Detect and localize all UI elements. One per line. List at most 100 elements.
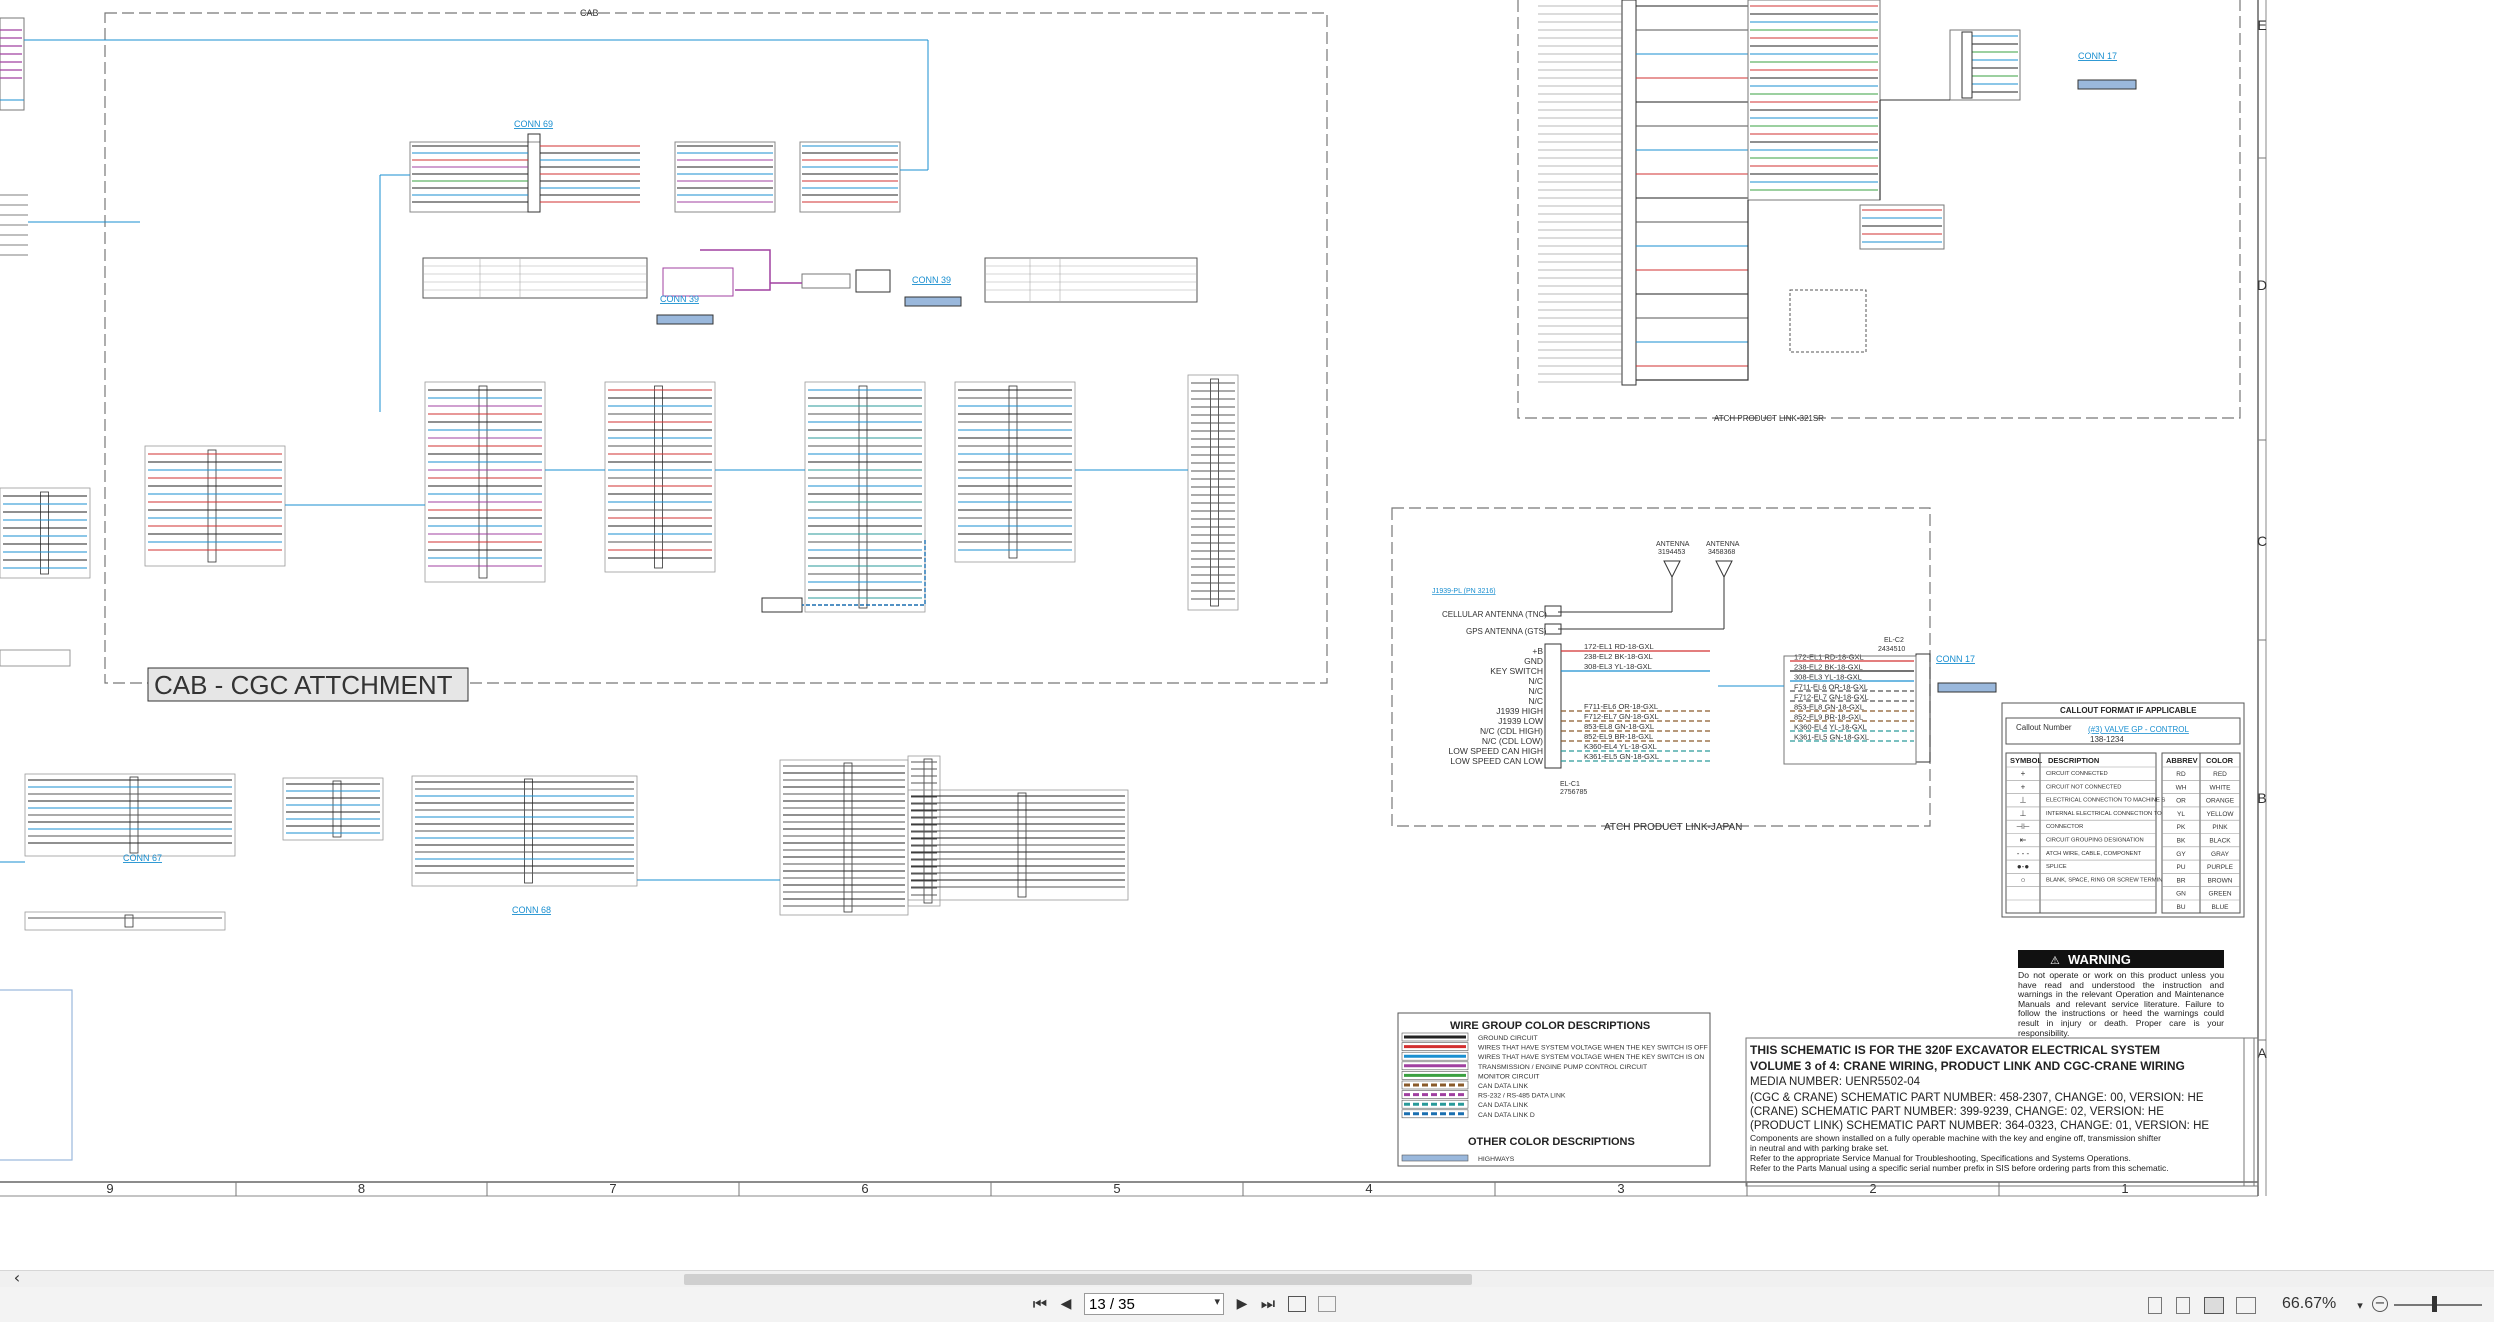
japan-pin-label: LOW SPEED CAN HIGH bbox=[1449, 746, 1543, 756]
callout-color: WHITE bbox=[2210, 784, 2232, 791]
callout-description: BLANK, SPACE, RING OR SCREW TERMIN bbox=[2046, 877, 2162, 883]
callout-color: GRAY bbox=[2211, 851, 2230, 858]
scroll-left-arrow-icon[interactable]: ‹ bbox=[10, 1267, 24, 1289]
first-page-button[interactable]: ⏮ bbox=[1028, 1293, 1052, 1315]
wire-group-label: WIRES THAT HAVE SYSTEM VOLTAGE WHEN THE … bbox=[1478, 1054, 1704, 1061]
japan-pin-label: N/C (CDL LOW) bbox=[1482, 736, 1543, 746]
svg-text:CELLULAR ANTENNA (TNC): CELLULAR ANTENNA (TNC) bbox=[1442, 610, 1547, 619]
japan-pin-label: LOW SPEED CAN LOW bbox=[1450, 756, 1543, 766]
japan-pin-label: GND bbox=[1524, 656, 1543, 666]
previous-page-button[interactable]: ◀ bbox=[1054, 1293, 1078, 1315]
row-letter: D bbox=[2257, 277, 2267, 293]
japan-pin-label: +B bbox=[1532, 646, 1543, 656]
svg-text:2434510: 2434510 bbox=[1878, 646, 1905, 653]
callout-abbrev: YL bbox=[2177, 811, 2185, 818]
svg-text:ANTENNA: ANTENNA bbox=[1706, 541, 1740, 548]
left-edge-blocks bbox=[0, 17, 140, 1161]
japan-wire-label: 308-EL3 YL-18-GXL bbox=[1584, 662, 1652, 671]
legend-symbol-icon: ⇤ bbox=[2020, 836, 2027, 845]
two-page-continuous-view-icon[interactable] bbox=[2236, 1297, 2256, 1314]
horizontal-scrollbar[interactable]: ‹ bbox=[0, 1268, 2494, 1287]
cgc-title: CAB - CGC ATTCHMENT bbox=[147, 667, 469, 702]
zoom-slider-thumb[interactable] bbox=[2432, 1296, 2437, 1312]
column-number: 5 bbox=[1113, 1181, 1120, 1196]
japan-pin-label: N/C bbox=[1528, 696, 1543, 706]
callout-color: BROWN bbox=[2208, 877, 2233, 884]
page-dropdown-icon[interactable]: ▾ bbox=[1214, 1295, 1220, 1308]
callout-description: CIRCUIT CONNECTED bbox=[2046, 771, 2108, 777]
extract-page-icon[interactable] bbox=[1318, 1296, 1336, 1312]
callout-abbrev: OR bbox=[2176, 798, 2186, 805]
two-page-view-icon[interactable] bbox=[2204, 1297, 2224, 1314]
last-page-button[interactable]: ⏭ bbox=[1256, 1293, 1280, 1315]
row-letter: C bbox=[2257, 533, 2267, 549]
insert-page-icon[interactable] bbox=[1288, 1296, 1306, 1312]
callout-color: GREEN bbox=[2208, 891, 2231, 898]
single-page-view-icon[interactable] bbox=[2148, 1297, 2162, 1314]
conn67-label: CONN 67 bbox=[123, 853, 162, 863]
elc2-wire-label: 853-EL8 GN-18-GXL bbox=[1794, 703, 1864, 712]
svg-text:⚠: ⚠ bbox=[2050, 955, 2060, 967]
conn17a-label: CONN 17 bbox=[2078, 51, 2117, 61]
warning-text: Do not operate or work on this product u… bbox=[2018, 970, 2224, 1038]
horizontal-scrollbar-thumb[interactable] bbox=[684, 1274, 1472, 1285]
page-number-input[interactable] bbox=[1085, 1294, 1203, 1314]
elc2-wire-label: 852-EL9 BR-18-GXL bbox=[1794, 713, 1863, 722]
legend-symbol-icon: + bbox=[2021, 769, 2026, 778]
atch-product-link-japan: ATCH PRODUCT LINK-JAPAN ANTENNA 3194453 … bbox=[1391, 507, 1997, 833]
conn39b-label: CONN 39 bbox=[912, 275, 951, 285]
japan-pin-label: J1939 LOW bbox=[1498, 716, 1543, 726]
japan-pin-label: J1939 HIGH bbox=[1496, 706, 1543, 716]
callout-abbrev: PK bbox=[2177, 824, 2186, 831]
callout-color: YELLOW bbox=[2206, 811, 2234, 818]
column-number: 8 bbox=[358, 1181, 365, 1196]
japan-wire-label: F711-EL6 OR-18-GXL bbox=[1584, 702, 1658, 711]
svg-text:GPS ANTENNA (GTS): GPS ANTENNA (GTS) bbox=[1466, 627, 1547, 636]
svg-text:ATCH PRODUCT LINK-JAPAN: ATCH PRODUCT LINK-JAPAN bbox=[1604, 822, 1742, 833]
callout-header: ABBREV bbox=[2166, 756, 2198, 765]
next-page-button[interactable]: ▶ bbox=[1230, 1293, 1254, 1315]
column-number: 9 bbox=[106, 1181, 113, 1196]
legend-symbol-icon: ○ bbox=[2021, 875, 2026, 884]
callout-description: ATCH WIRE, CABLE, COMPONENT bbox=[2046, 851, 2142, 857]
legend-symbol-icon: ●-● bbox=[2017, 862, 2029, 871]
wire-group-label: WIRES THAT HAVE SYSTEM VOLTAGE WHEN THE … bbox=[1478, 1045, 1708, 1052]
conn69-label: CONN 69 bbox=[514, 119, 553, 129]
callout-abbrev: GY bbox=[2176, 851, 2186, 858]
callout-description: CONNECTOR bbox=[2046, 824, 2083, 830]
cab-tables: CONN 39 CONN 39 bbox=[422, 249, 1198, 325]
other-color-label: HIGHWAYS bbox=[1478, 1156, 1515, 1163]
svg-text:ANTENNA: ANTENNA bbox=[1656, 541, 1690, 548]
sheet-frame: 9 8 7 6 5 4 3 2 1 E D C B A bbox=[0, 0, 2267, 1197]
warning-box: ⚠ WARNING bbox=[2018, 950, 2224, 968]
zoom-out-button[interactable]: − bbox=[2372, 1296, 2388, 1312]
legend-symbol-icon: ⊣⊢ bbox=[2016, 822, 2030, 831]
zoom-dropdown-icon[interactable]: ▾ bbox=[2354, 1295, 2366, 1317]
japan-wire-label: 852-EL9 BR-18-GXL bbox=[1584, 732, 1653, 741]
callout-color: RED bbox=[2213, 771, 2227, 778]
callout-color: BLACK bbox=[2209, 838, 2231, 845]
cab-label: CAB bbox=[580, 8, 599, 18]
conn69-block: CONN 69 bbox=[105, 39, 929, 412]
wire-group-label: CAN DATA LINK D bbox=[1478, 1112, 1535, 1119]
elc2-wire-label: F712-EL7 GN-18-GXL bbox=[1794, 693, 1869, 702]
wire-group-legend: WIRE GROUP COLOR DESCRIPTIONS GROUND CIR… bbox=[1397, 1012, 1711, 1167]
japan-wire-label: 172-EL1 RD-18-GXL bbox=[1584, 642, 1654, 651]
japan-wire-label: K360-EL4 YL-18-GXL bbox=[1584, 742, 1657, 751]
wire-group-label: CAN DATA LINK bbox=[1478, 1102, 1528, 1109]
page-number-field[interactable]: ▾ bbox=[1084, 1293, 1224, 1315]
japan-wire-label: 238-EL2 BK-18-GXL bbox=[1584, 652, 1653, 661]
callout-color: PURPLE bbox=[2207, 864, 2234, 871]
continuous-view-icon[interactable] bbox=[2176, 1297, 2190, 1314]
document-view[interactable]: 987654321 EDCBA CAB CONN 69 CONN 39 CONN… bbox=[0, 0, 2494, 1270]
legend-symbol-icon: ⊥ bbox=[2020, 809, 2027, 818]
wire-group-label: MONITOR CIRCUIT bbox=[1478, 1073, 1539, 1080]
svg-text:3458368: 3458368 bbox=[1708, 549, 1735, 556]
callout-abbrev: PU bbox=[2176, 864, 2185, 871]
elc2-wire-label: 172-EL1 RD-18-GXL bbox=[1794, 653, 1864, 662]
zoom-level[interactable]: 66.67% bbox=[2282, 1295, 2336, 1313]
zoom-slider[interactable] bbox=[2394, 1304, 2482, 1306]
legend-symbol-icon: - - - bbox=[2017, 849, 2030, 858]
svg-text:(#3) VALVE GP - CONTROL: (#3) VALVE GP - CONTROL bbox=[2088, 725, 2189, 734]
callout-abbrev: BR bbox=[2176, 877, 2185, 884]
